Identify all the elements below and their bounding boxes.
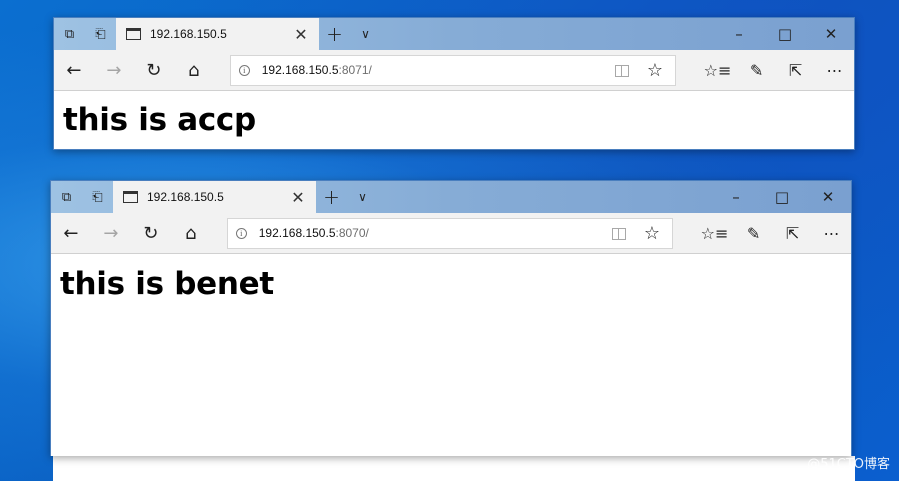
home-icon[interactable]: ⌂ [174, 50, 214, 91]
favorites-hub-icon[interactable]: ☆≡ [695, 213, 734, 254]
info-icon[interactable]: i [235, 227, 247, 239]
minimize-icon[interactable]: – [713, 181, 759, 213]
tab-set-aside-icon[interactable]: ⧉ [54, 18, 85, 50]
url-path: :8070/ [335, 226, 369, 240]
browser-tab[interactable]: 192.168.150.5 ✕ [116, 18, 319, 50]
home-icon[interactable]: ⌂ [171, 213, 211, 254]
refresh-icon[interactable]: ↻ [131, 213, 171, 254]
star-icon[interactable]: ☆ [644, 223, 660, 244]
new-tab-icon[interactable]: + [319, 18, 350, 50]
new-tab-icon[interactable]: + [316, 181, 347, 213]
tab-title: 192.168.150.5 [147, 190, 224, 204]
close-icon[interactable]: ✕ [808, 18, 854, 50]
url-path: :8071/ [338, 63, 372, 77]
url-input[interactable]: i 192.168.150.5:8070/ ☆ [226, 217, 674, 249]
minimize-icon[interactable]: – [716, 18, 762, 50]
title-bar: ⧉ ⎗ 192.168.150.5 ✕ + ∨ – □ ✕ [51, 181, 851, 213]
browser-window-1: ⧉ ⎗ 192.168.150.5 ✕ + ∨ – □ ✕ ← → ↻ ⌂ i … [53, 17, 855, 150]
close-tab-icon[interactable]: ✕ [291, 24, 311, 44]
more-icon[interactable]: ⋯ [815, 50, 854, 91]
url-input[interactable]: i 192.168.150.5:8071/ ☆ [229, 54, 677, 86]
refresh-icon[interactable]: ↻ [134, 50, 174, 91]
tab-preview-icon[interactable]: ⎗ [85, 18, 116, 50]
third-window-edge [53, 456, 855, 481]
maximize-icon[interactable]: □ [759, 181, 805, 213]
browser-tab[interactable]: 192.168.150.5 ✕ [113, 181, 316, 213]
page-icon [123, 191, 138, 203]
close-icon[interactable]: ✕ [805, 181, 851, 213]
tab-set-aside-icon[interactable]: ⧉ [51, 181, 82, 213]
close-tab-icon[interactable]: ✕ [288, 187, 308, 207]
pen-icon[interactable]: ✎ [737, 50, 776, 91]
favorites-hub-icon[interactable]: ☆≡ [698, 50, 737, 91]
forward-arrow-icon[interactable]: → [91, 213, 131, 254]
share-icon[interactable]: ⇱ [776, 50, 815, 91]
back-arrow-icon[interactable]: ← [54, 50, 94, 91]
more-icon[interactable]: ⋯ [812, 213, 851, 254]
browser-window-2: ⧉ ⎗ 192.168.150.5 ✕ + ∨ – □ ✕ ← → ↻ ⌂ i … [50, 180, 852, 456]
star-icon[interactable]: ☆ [647, 60, 663, 81]
url-host: 192.168.150.5 [258, 226, 336, 240]
chevron-down-icon[interactable]: ∨ [347, 181, 378, 213]
page-icon [126, 28, 141, 40]
page-content: this is benet [51, 254, 851, 456]
pen-icon[interactable]: ✎ [734, 213, 773, 254]
page-heading: this is benet [60, 266, 274, 302]
back-arrow-icon[interactable]: ← [51, 213, 91, 254]
maximize-icon[interactable]: □ [762, 18, 808, 50]
reading-view-icon[interactable] [612, 227, 627, 240]
address-bar: ← → ↻ ⌂ i 192.168.150.5:8070/ ☆ ☆≡ ✎ ⇱ ⋯ [51, 213, 851, 254]
url-host: 192.168.150.5 [261, 63, 339, 77]
page-content: this is accp [54, 91, 854, 149]
watermark: @51CTO博客 [807, 457, 890, 472]
tab-title: 192.168.150.5 [150, 27, 227, 41]
address-bar: ← → ↻ ⌂ i 192.168.150.5:8071/ ☆ ☆≡ ✎ ⇱ ⋯ [54, 50, 854, 91]
title-bar: ⧉ ⎗ 192.168.150.5 ✕ + ∨ – □ ✕ [54, 18, 854, 50]
chevron-down-icon[interactable]: ∨ [350, 18, 381, 50]
page-heading: this is accp [63, 102, 256, 138]
forward-arrow-icon[interactable]: → [94, 50, 134, 91]
reading-view-icon[interactable] [615, 64, 630, 77]
info-icon[interactable]: i [238, 64, 250, 76]
share-icon[interactable]: ⇱ [773, 213, 812, 254]
tab-preview-icon[interactable]: ⎗ [82, 181, 113, 213]
